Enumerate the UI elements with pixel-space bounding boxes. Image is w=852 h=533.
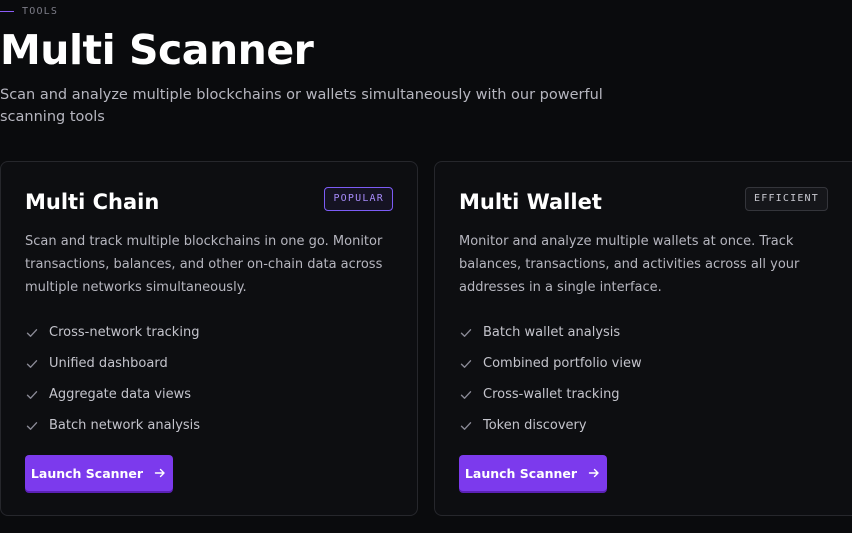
eyebrow-label: TOOLS (22, 6, 59, 17)
feature-label: Batch wallet analysis (483, 325, 621, 340)
feature-item: Token discovery (459, 410, 642, 441)
feature-item: Cross-wallet tracking (459, 379, 642, 410)
page-subtitle: Scan and analyze multiple blockchains or… (0, 87, 603, 125)
feature-item: Batch wallet analysis (459, 317, 642, 348)
check-icon (25, 419, 39, 433)
card-title: Multi Chain (25, 190, 160, 214)
check-icon (459, 357, 473, 371)
check-icon (25, 357, 39, 371)
feature-item: Aggregate data views (25, 379, 200, 410)
launch-scanner-button[interactable]: Launch Scanner (25, 455, 173, 491)
efficient-badge: EFFICIENT (745, 187, 828, 211)
feature-label: Batch network analysis (49, 418, 201, 433)
feature-item: Unified dashboard (25, 348, 200, 379)
multi-scanner-page: TOOLS Multi Scanner Scan and analyze mul… (0, 0, 852, 533)
feature-item: Batch network analysis (25, 410, 200, 441)
feature-label: Cross-wallet tracking (483, 387, 620, 402)
feature-label: Cross-network tracking (49, 325, 200, 340)
popular-badge: POPULAR (324, 187, 393, 211)
check-icon (459, 326, 473, 340)
button-label: Launch Scanner (30, 465, 144, 481)
card-description: Scan and track multiple blockchains in o… (25, 234, 383, 295)
launch-scanner-button[interactable]: Launch Scanner (459, 455, 607, 491)
check-icon (25, 326, 39, 340)
card-title: Multi Wallet (459, 190, 602, 214)
multi-chain-card: Multi Chain POPULAR Scan and track multi… (0, 161, 418, 516)
card-description: Monitor and analyze multiple wallets at … (459, 234, 800, 295)
feature-item: Cross-network tracking (25, 317, 200, 348)
check-icon (25, 388, 39, 402)
arrow-right-icon (587, 466, 601, 480)
feature-label: Aggregate data views (49, 387, 192, 402)
feature-label: Unified dashboard (49, 356, 168, 371)
feature-list: Batch wallet analysis Combined portfolio… (459, 317, 642, 441)
feature-item: Combined portfolio view (459, 348, 642, 379)
feature-label: Token discovery (483, 418, 587, 433)
arrow-right-icon (153, 466, 167, 480)
check-icon (459, 388, 473, 402)
multi-wallet-card: Multi Wallet EFFICIENT Monitor and analy… (434, 161, 852, 516)
button-label: Launch Scanner (464, 465, 578, 481)
check-icon (459, 419, 473, 433)
page-title: Multi Scanner (0, 26, 314, 74)
section-eyebrow: TOOLS (0, 6, 58, 17)
feature-list: Cross-network tracking Unified dashboard… (25, 317, 200, 441)
eyebrow-dash (0, 11, 14, 12)
feature-label: Combined portfolio view (483, 356, 642, 371)
